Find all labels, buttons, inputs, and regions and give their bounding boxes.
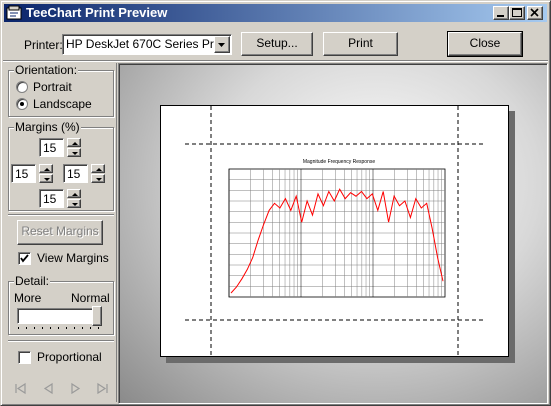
detail-title: Detail: xyxy=(14,274,51,288)
arrow-up-icon xyxy=(72,193,78,196)
toolbar-separator xyxy=(3,60,548,62)
panel-separator xyxy=(8,214,114,216)
chart-title: Magnitude Frequency Response xyxy=(303,159,375,165)
margin-guides xyxy=(185,106,484,356)
detail-slider-thumb[interactable] xyxy=(92,306,102,326)
printer-dropdown-button[interactable] xyxy=(214,36,230,53)
top-margin-up[interactable] xyxy=(67,138,81,147)
proportional-checkbox[interactable] xyxy=(18,351,31,364)
last-page-icon[interactable] xyxy=(94,381,110,397)
first-page-icon[interactable] xyxy=(13,381,29,397)
right-margin-value: 15 xyxy=(67,167,81,181)
top-margin-value: 15 xyxy=(43,141,57,155)
maximize-icon xyxy=(512,8,522,17)
arrow-up-icon xyxy=(72,142,78,145)
arrow-down-icon xyxy=(96,178,102,181)
chevron-down-icon xyxy=(218,43,225,47)
print-preview-window: TeeChart Print Preview Printer: HP DeskJ… xyxy=(0,0,551,406)
chart-grid xyxy=(228,169,445,297)
landscape-radio[interactable] xyxy=(16,98,28,110)
minimize-icon xyxy=(497,15,504,17)
top-margin-input[interactable]: 15 xyxy=(39,138,64,157)
left-margin-value: 15 xyxy=(15,167,29,181)
left-margin-input[interactable]: 15 xyxy=(11,164,36,183)
bottom-margin-value: 15 xyxy=(43,192,57,206)
arrow-down-icon xyxy=(72,152,78,155)
orientation-title: Orientation: xyxy=(14,63,79,77)
portrait-radio[interactable] xyxy=(16,81,28,93)
arrow-down-icon xyxy=(44,178,50,181)
series-line xyxy=(230,188,444,294)
minimize-button[interactable] xyxy=(493,6,509,20)
printer-value: HP DeskJet 670C Series Printer xyxy=(66,37,214,51)
app-icon xyxy=(6,5,22,21)
close-button[interactable]: Close xyxy=(447,31,523,57)
detail-slider-ticks xyxy=(18,327,99,329)
right-margin-down[interactable] xyxy=(91,174,105,183)
page-canvas: Magnitude Frequency Response xyxy=(185,106,484,356)
detail-normal-label: Normal xyxy=(71,291,110,305)
detail-more-label: More xyxy=(14,291,42,305)
left-margin-down[interactable] xyxy=(39,174,53,183)
portrait-label[interactable]: Portrait xyxy=(33,80,72,94)
title-bar[interactable]: TeeChart Print Preview xyxy=(4,4,547,22)
detail-slider-track[interactable] xyxy=(17,308,101,324)
right-margin-up[interactable] xyxy=(91,164,105,173)
arrow-up-icon xyxy=(44,168,50,171)
reset-margins-button[interactable]: Reset Margins xyxy=(17,220,103,245)
landscape-label[interactable]: Landscape xyxy=(33,97,92,111)
view-margins-checkbox[interactable] xyxy=(18,252,31,265)
arrow-up-icon xyxy=(96,168,102,171)
prev-page-icon[interactable] xyxy=(41,381,57,397)
close-icon xyxy=(530,8,539,17)
window-title: TeeChart Print Preview xyxy=(26,5,168,20)
top-margin-down[interactable] xyxy=(67,148,81,157)
bottom-margin-input[interactable]: 15 xyxy=(39,189,64,208)
bottom-margin-down[interactable] xyxy=(67,199,81,208)
panel-separator-2 xyxy=(8,340,114,342)
proportional-label[interactable]: Proportional xyxy=(37,350,102,364)
preview-page: Magnitude Frequency Response xyxy=(160,105,509,357)
print-button[interactable]: Print xyxy=(323,32,398,56)
left-margin-spinner[interactable] xyxy=(39,164,53,183)
close-window-button[interactable] xyxy=(527,6,543,20)
checkmark-icon xyxy=(20,254,29,263)
setup-button[interactable]: Setup... xyxy=(241,32,313,56)
maximize-button[interactable] xyxy=(509,6,525,20)
right-margin-input[interactable]: 15 xyxy=(63,164,88,183)
margins-title: Margins (%) xyxy=(14,120,81,134)
right-margin-spinner[interactable] xyxy=(91,164,105,183)
top-margin-spinner[interactable] xyxy=(67,138,81,157)
next-page-icon[interactable] xyxy=(67,381,83,397)
left-margin-up[interactable] xyxy=(39,164,53,173)
printer-label: Printer: xyxy=(24,38,63,52)
printer-select[interactable]: HP DeskJet 670C Series Printer xyxy=(62,34,232,55)
radio-selected-dot xyxy=(20,102,24,106)
arrow-down-icon xyxy=(72,203,78,206)
bottom-margin-up[interactable] xyxy=(67,189,81,198)
bottom-margin-spinner[interactable] xyxy=(67,189,81,208)
view-margins-label[interactable]: View Margins xyxy=(37,251,109,265)
